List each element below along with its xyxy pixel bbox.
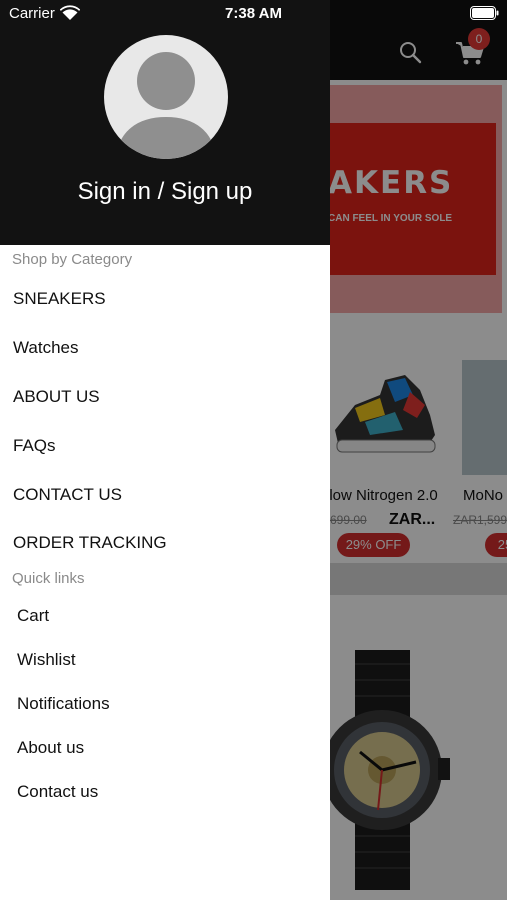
quick-link-notifications[interactable]: Notifications (17, 694, 110, 714)
category-item-sneakers[interactable]: SNEAKERS (13, 289, 106, 309)
quick-link-about-us[interactable]: About us (17, 738, 84, 758)
quick-link-contact-us[interactable]: Contact us (17, 782, 98, 802)
user-avatar-icon (116, 52, 216, 159)
clock-time: 7:38 AM (225, 5, 282, 22)
avatar[interactable] (104, 35, 228, 159)
drawer-header: Sign in / Sign up (0, 0, 330, 245)
category-item-contact-us[interactable]: CONTACT US (13, 485, 122, 505)
navigation-drawer: Sign in / Sign up Shop by Category SNEAK… (0, 0, 330, 900)
category-item-faqs[interactable]: FAQs (13, 436, 56, 456)
sign-in-link[interactable]: Sign in / Sign up (0, 178, 330, 206)
quick-link-wishlist[interactable]: Wishlist (17, 650, 76, 670)
battery-icon (470, 6, 499, 20)
shop-by-category-heading: Shop by Category (12, 251, 133, 268)
quick-link-cart[interactable]: Cart (17, 606, 49, 626)
category-item-about-us[interactable]: ABOUT US (13, 387, 100, 407)
category-item-watches[interactable]: Watches (13, 338, 79, 358)
quick-links-heading: Quick links (12, 570, 85, 587)
category-item-order-tracking[interactable]: ORDER TRACKING (13, 533, 167, 553)
status-bar: Carrier 7:38 AM (0, 0, 507, 28)
